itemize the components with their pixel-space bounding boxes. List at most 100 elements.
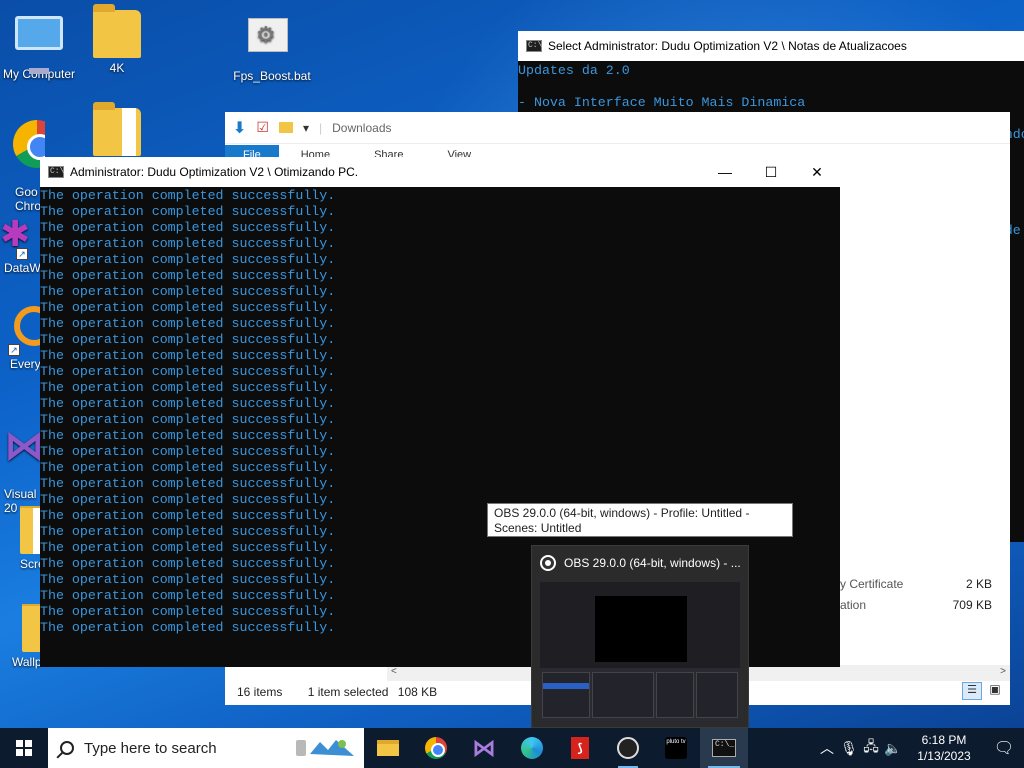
- obs-thumbnail-preview[interactable]: OBS 29.0.0 (64-bit, windows) - ...: [531, 545, 749, 728]
- obs-docks: [540, 668, 740, 722]
- desktop-icon-label: Every: [10, 357, 40, 371]
- network-icon[interactable]: 🖧: [860, 736, 882, 760]
- minimize-button[interactable]: —: [702, 157, 748, 187]
- download-arrow-icon[interactable]: ⬇: [233, 118, 246, 138]
- command-prompt-icon: C:\: [48, 166, 65, 178]
- taskbar-command-prompt[interactable]: C:\_: [700, 728, 748, 768]
- taskbar-edge[interactable]: [508, 728, 556, 768]
- desktop-icon-folder[interactable]: [75, 102, 159, 159]
- obs-window-preview: [540, 582, 740, 722]
- notification-icon[interactable]: 🗨: [984, 738, 1024, 758]
- batch-file-icon: ⚙: [248, 18, 296, 66]
- desktop-icon-4k[interactable]: 4K: [75, 4, 159, 75]
- obs-thumbnail-header: OBS 29.0.0 (64-bit, windows) - ...: [532, 546, 748, 580]
- console-output-line: The operation completed successfully.: [40, 300, 336, 315]
- taskbar-chrome[interactable]: [412, 728, 460, 768]
- quick-access-toolbar: ⬇ ☑ ▾ | Downloads: [225, 112, 1010, 144]
- new-folder-icon[interactable]: [278, 122, 293, 133]
- file-size: 709 KB: [952, 598, 992, 612]
- file-name: ation: [840, 598, 867, 612]
- desktop-icon-datawrangler[interactable]: ✱ ↗ DataW: [0, 210, 40, 275]
- taskbar-pluto-tv[interactable]: pluto tv: [652, 728, 700, 768]
- scroll-right-icon[interactable]: >: [1000, 666, 1006, 677]
- taskbar-file-explorer[interactable]: [364, 728, 412, 768]
- console-output-line: The operation completed successfully.: [40, 316, 336, 331]
- obs-icon: [540, 555, 556, 571]
- taskbar-acrobat[interactable]: ⟆: [556, 728, 604, 768]
- obs-controls-dock: [696, 672, 738, 718]
- shortcut-arrow-icon: ↗: [8, 344, 20, 356]
- taskbar-search-box[interactable]: Type here to search: [48, 728, 364, 768]
- edge-icon: [521, 737, 543, 759]
- chevron-up-icon[interactable]: ︿: [816, 738, 838, 758]
- main-window-titlebar[interactable]: C:\ Administrator: Dudu Optimization V2 …: [40, 157, 840, 187]
- desktop-icon-label: Wallp: [12, 655, 40, 669]
- large-icons-view-icon[interactable]: ▣: [986, 682, 1004, 700]
- volume-icon[interactable]: 🔈: [882, 740, 904, 757]
- folder-icon: [20, 506, 40, 554]
- obs-sources-dock: [592, 672, 654, 718]
- desktop-icon-label: Scre: [20, 557, 40, 571]
- desktop-icon-label: Fps_Boost.bat: [233, 69, 311, 83]
- obs-mixer-dock: [656, 672, 694, 718]
- obs-thumbnail-title: OBS 29.0.0 (64-bit, windows) - ...: [564, 556, 741, 570]
- desktop-icon-my-computer[interactable]: My Computer: [0, 10, 81, 81]
- start-button[interactable]: [0, 728, 48, 768]
- console-output-line: The operation completed successfully.: [40, 332, 336, 347]
- console-output-line: The operation completed successfully.: [40, 252, 336, 267]
- folder-icon: [93, 4, 141, 58]
- properties-icon[interactable]: ☑: [256, 119, 269, 136]
- update-note-line: - Nova Interface Muito Mais Dinamica: [518, 95, 806, 110]
- file-row[interactable]: ation 709 KB: [840, 598, 1000, 612]
- search-highlight-art-icon: [296, 740, 354, 756]
- close-button[interactable]: ✕: [794, 157, 840, 187]
- console-output-line: The operation completed successfully.: [40, 348, 336, 363]
- taskbar-visual-studio[interactable]: ⋈: [460, 728, 508, 768]
- clock-time: 6:18 PM: [921, 733, 967, 747]
- console-output-line: The operation completed successfully.: [40, 460, 336, 475]
- console-output-line: The operation completed successfully.: [40, 444, 336, 459]
- pluto-tv-icon: pluto tv: [665, 737, 687, 759]
- details-view-icon[interactable]: ☰: [962, 682, 982, 700]
- file-row[interactable]: y Certificate 2 KB: [840, 577, 1000, 591]
- computer-icon: [15, 16, 63, 74]
- item-count: 16 items: [237, 685, 283, 699]
- console-output-line: The operation completed successfully.: [40, 476, 336, 491]
- obs-scene-selected: [543, 683, 589, 689]
- desktop-icon-screenshots[interactable]: Scre: [0, 506, 40, 571]
- datawrangler-icon: ✱ ↗: [0, 213, 31, 260]
- window-location-label: Downloads: [332, 120, 392, 135]
- scroll-left-icon[interactable]: <: [391, 666, 397, 677]
- search-placeholder: Type here to search: [84, 739, 217, 757]
- clock[interactable]: 6:18 PM 1/13/2023: [904, 732, 984, 764]
- everything-search-icon: ↗: [0, 306, 40, 356]
- windows-logo-icon: [16, 740, 32, 756]
- search-icon: [60, 741, 74, 755]
- toolbar-dropdown-icon[interactable]: ▾: [303, 121, 309, 135]
- updates-window-titlebar[interactable]: C:\ Select Administrator: Dudu Optimizat…: [518, 31, 1024, 61]
- folder-icon: [93, 102, 141, 156]
- taskbar-obs[interactable]: [604, 728, 652, 768]
- desktop-icon-chrome[interactable]: Goo Chro: [0, 106, 45, 227]
- console-output-line: The operation completed successfully.: [40, 268, 336, 283]
- console-output-line: The operation completed successfully.: [40, 380, 336, 395]
- obs-tooltip: OBS 29.0.0 (64-bit, windows) - Profile: …: [487, 503, 793, 537]
- maximize-button[interactable]: ☐: [748, 157, 794, 187]
- command-prompt-icon: C:\_: [712, 739, 736, 757]
- obs-scenes-dock: [542, 672, 590, 718]
- desktop-icon-wallpapers[interactable]: Wallp: [0, 604, 40, 669]
- file-name: y Certificate: [840, 577, 904, 591]
- shortcut-arrow-icon: ↗: [16, 248, 28, 260]
- file-explorer-icon: [377, 740, 399, 756]
- console-output-line: The operation completed successfully.: [40, 396, 336, 411]
- microphone-icon[interactable]: 🎙: [838, 740, 860, 757]
- desktop-icon-fps-boost[interactable]: ⚙ Fps_Boost.bat: [230, 10, 314, 83]
- console-output-line: The operation completed successfully.: [40, 204, 336, 219]
- console-output-line: The operation completed successfully.: [40, 220, 336, 235]
- update-note-line: [518, 79, 1024, 95]
- command-prompt-icon: C:\: [526, 40, 543, 52]
- selection-size: 108 KB: [397, 685, 438, 699]
- desktop-icon-everything[interactable]: ↗ Every: [0, 306, 40, 371]
- clock-date: 1/13/2023: [917, 749, 971, 763]
- status-bar: 16 items 1 item selected 108 KB: [237, 685, 437, 699]
